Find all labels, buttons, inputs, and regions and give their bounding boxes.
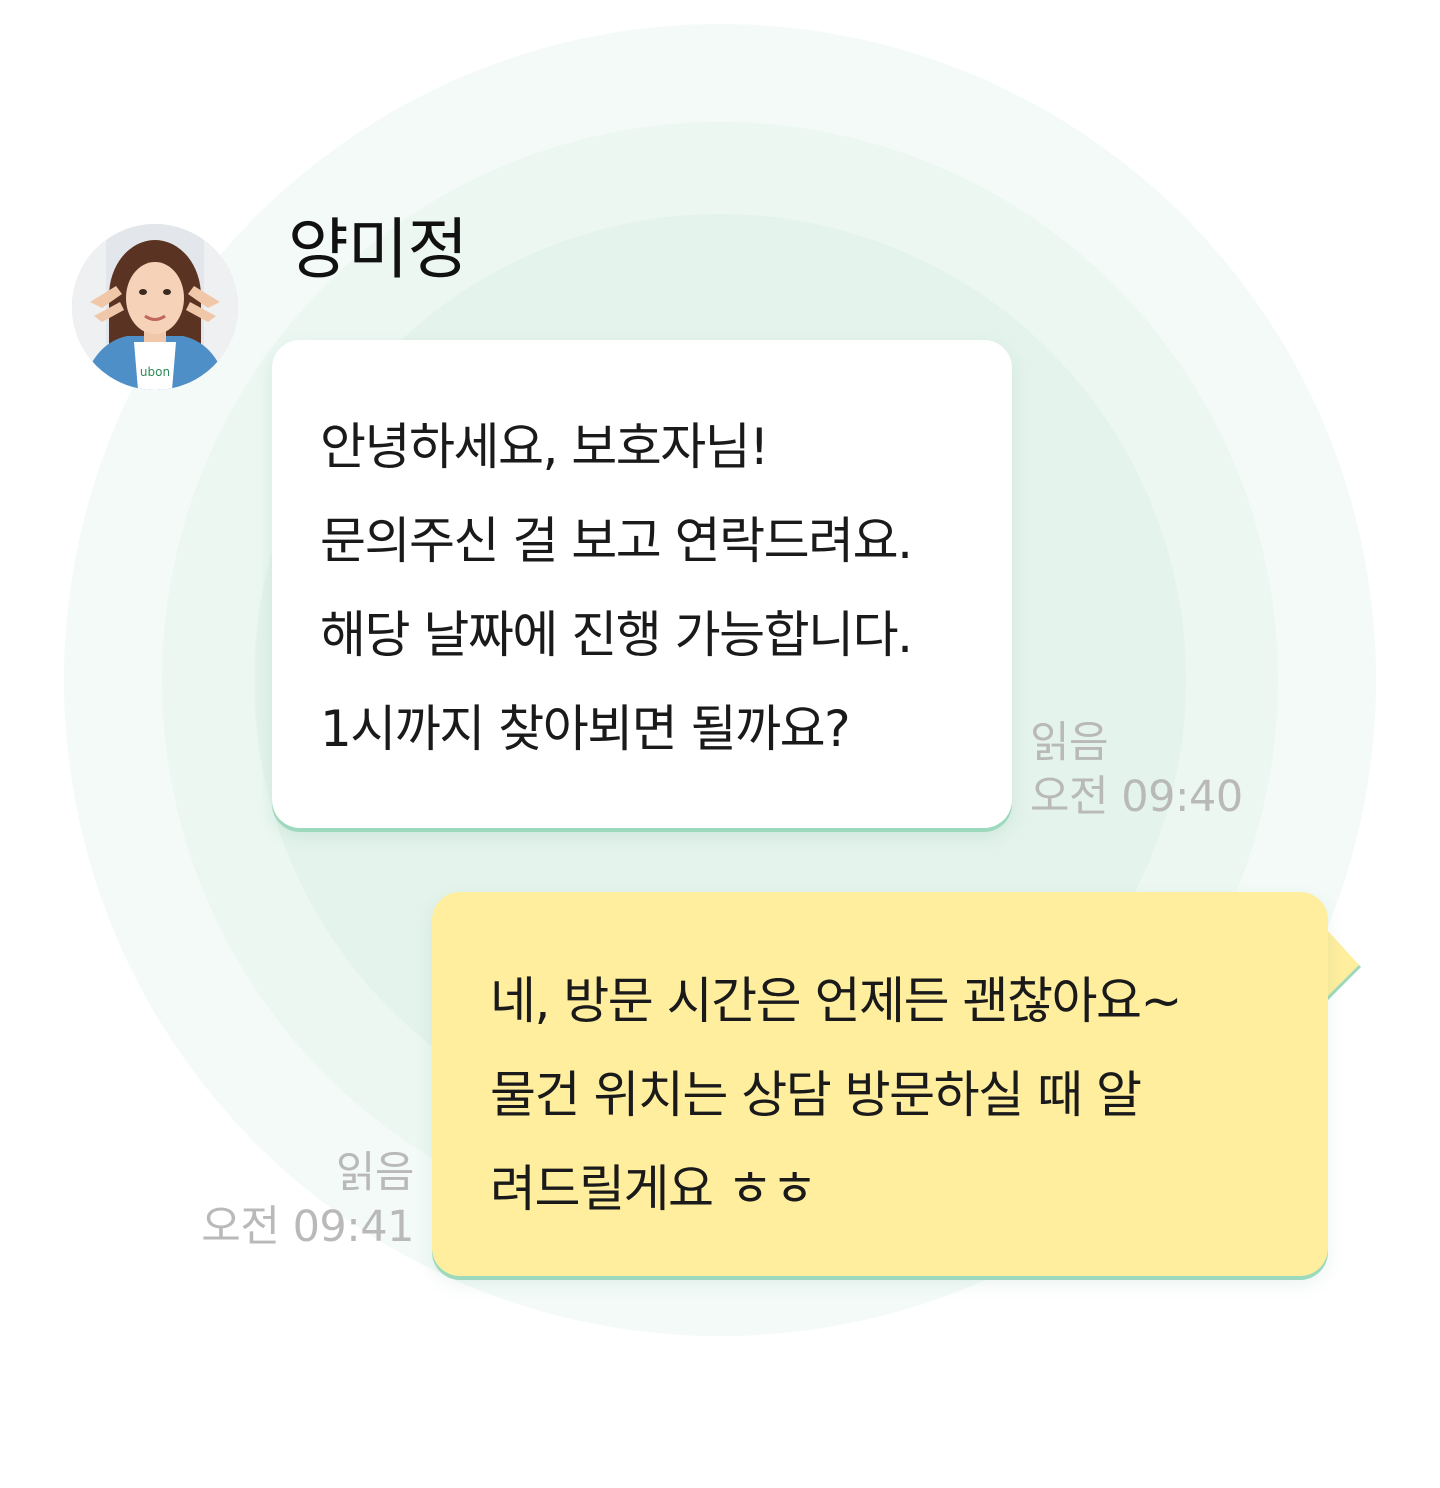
read-status: 읽음	[1030, 718, 1109, 768]
message-line: 안녕하세요, 보호자님!	[320, 418, 769, 476]
message-line: 물건 위치는 상담 방문하실 때 알	[490, 1066, 1142, 1124]
read-status: 읽음	[335, 1148, 415, 1198]
message-line: 해당 날짜에 진행 가능합니다.	[320, 606, 913, 664]
avatar-photo-icon: ubon	[72, 224, 238, 390]
avatar[interactable]: ubon	[72, 224, 238, 390]
message-line: 려드릴게요 ㅎㅎ	[490, 1160, 817, 1218]
svg-text:ubon: ubon	[140, 365, 170, 379]
outgoing-message-meta: 읽음 오전 09:41	[201, 1146, 414, 1254]
incoming-message-bubble[interactable]: 안녕하세요, 보호자님! 문의주신 걸 보고 연락드려요. 해당 날짜에 진행 …	[272, 340, 1012, 828]
sender-name: 양미정	[288, 211, 468, 288]
incoming-message-meta: 읽음 오전 09:40	[1030, 716, 1243, 824]
message-line: 1시까지 찾아뵈면 될까요?	[320, 700, 851, 758]
message-line: 문의주신 걸 보고 연락드려요.	[320, 512, 913, 570]
message-line: 네, 방문 시간은 언제든 괜찮아요~	[490, 972, 1182, 1030]
message-time: 오전 09:41	[201, 1202, 414, 1252]
outgoing-message-bubble[interactable]: 네, 방문 시간은 언제든 괜찮아요~ 물건 위치는 상담 방문하실 때 알 려…	[432, 892, 1328, 1276]
message-time: 오전 09:40	[1030, 772, 1243, 822]
